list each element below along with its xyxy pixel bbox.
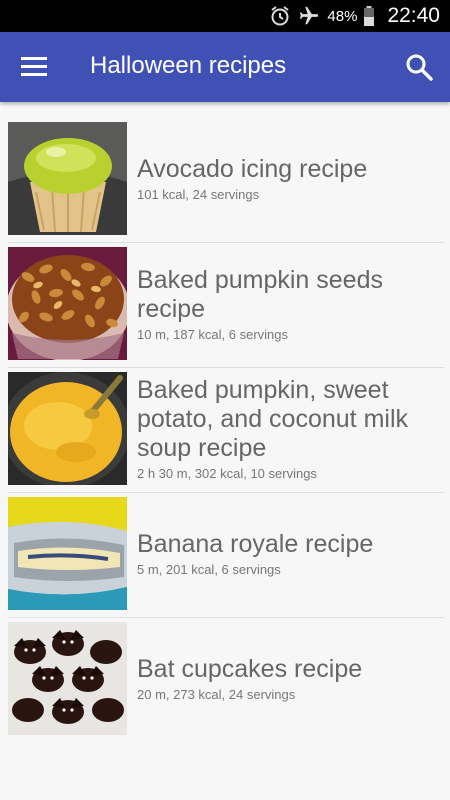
- alarm-icon: [271, 6, 290, 26]
- recipe-item-bat-cupcakes[interactable]: Bat cupcakes recipe 20 m, 273 kcal, 24 s…: [0, 618, 450, 743]
- recipe-meta: 10 m, 187 kcal, 6 servings: [137, 326, 289, 342]
- recipe-name: Bat cupcakes recipe: [137, 655, 363, 683]
- recipe-thumbnail-bat-cupcakes: [8, 622, 127, 735]
- recipe-thumbnail-cupcake: [8, 122, 127, 235]
- clock: 22:40: [387, 4, 440, 27]
- recipe-meta: 5 m, 201 kcal, 6 servings: [137, 562, 281, 577]
- recipe-thumbnail-soup-pot: [8, 372, 127, 485]
- hamburger-menu-icon[interactable]: [18, 54, 52, 80]
- recipe-item-avocado-icing[interactable]: Avocado icing recipe 101 kcal, 24 servin…: [0, 118, 450, 243]
- recipe-meta: 101 kcal, 24 servings: [137, 187, 260, 202]
- airplane-mode-icon: [300, 6, 319, 25]
- battery-percent: 48%: [327, 7, 358, 25]
- recipe-text: Bat cupcakes recipe 20 m, 273 kcal, 24 s…: [137, 622, 440, 735]
- recipe-thumbnail-pumpkin-seeds: [8, 247, 127, 360]
- recipe-name: Banana royale recipe: [137, 530, 374, 558]
- recipe-text: Banana royale recipe 5 m, 201 kcal, 6 se…: [137, 497, 440, 610]
- recipe-text: Baked pumpkin, sweet potato, and coconut…: [137, 372, 440, 485]
- recipe-meta: 2 h 30 m, 302 kcal, 10 servings: [137, 466, 317, 481]
- recipe-text: Baked pumpkin seeds recipe 10 m, 187 kca…: [137, 247, 440, 360]
- recipe-list: Avocado icing recipe 101 kcal, 24 servin…: [0, 118, 450, 743]
- search-icon[interactable]: [404, 52, 434, 82]
- status-bar: 48% 22:40: [0, 0, 450, 32]
- recipe-name: Baked pumpkin, sweet potato, and coconut…: [137, 376, 408, 462]
- recipe-item-banana-royale[interactable]: Banana royale recipe 5 m, 201 kcal, 6 se…: [0, 493, 450, 618]
- battery-icon: [364, 6, 375, 26]
- recipe-thumbnail-banana-foil: [8, 497, 127, 610]
- recipe-name: Baked pumpkin seeds recipe: [137, 265, 383, 323]
- recipe-name: Avocado icing recipe: [137, 155, 368, 183]
- recipe-item-baked-pumpkin-seeds[interactable]: Baked pumpkin seeds recipe 10 m, 187 kca…: [0, 243, 450, 368]
- page-title: Halloween recipes: [90, 52, 287, 79]
- app-bar: Halloween recipes: [0, 32, 450, 102]
- recipe-item-pumpkin-soup[interactable]: Baked pumpkin, sweet potato, and coconut…: [0, 368, 450, 493]
- recipe-meta: 20 m, 273 kcal, 24 servings: [137, 687, 296, 702]
- recipe-text: Avocado icing recipe 101 kcal, 24 servin…: [137, 122, 440, 235]
